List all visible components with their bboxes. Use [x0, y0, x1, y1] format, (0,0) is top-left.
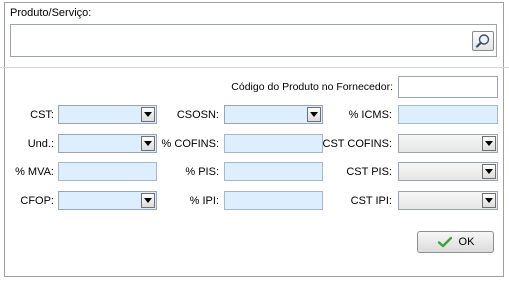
- chevron-down-icon[interactable]: [482, 136, 496, 151]
- cst-select[interactable]: [58, 105, 157, 124]
- codigo-fornecedor-label: Código do Produto no Fornecedor:: [231, 81, 393, 93]
- cst-cofins-label: CST COFINS:: [322, 138, 392, 150]
- chevron-down-icon[interactable]: [482, 164, 496, 179]
- mva-input[interactable]: [58, 162, 157, 181]
- ipi-label: % IPI:: [189, 195, 219, 207]
- cst-ipi-label: CST IPI:: [350, 195, 392, 207]
- und-select[interactable]: [58, 134, 157, 153]
- cst-pis-select[interactable]: [398, 162, 498, 181]
- cfop-select[interactable]: [58, 191, 157, 210]
- csosn-label: CSOSN:: [176, 109, 219, 121]
- icms-input[interactable]: [398, 105, 498, 124]
- codigo-fornecedor-input[interactable]: [398, 76, 498, 98]
- cfop-label: CFOP:: [20, 195, 54, 207]
- icms-label: % ICMS:: [348, 109, 392, 121]
- chevron-down-icon[interactable]: [141, 136, 155, 151]
- mva-label: % MVA:: [15, 166, 54, 178]
- chevron-down-icon[interactable]: [482, 193, 496, 208]
- cst-pis-label: CST PIS:: [346, 166, 392, 178]
- ipi-input[interactable]: [224, 191, 323, 210]
- magnifier-icon: [475, 34, 490, 48]
- ok-button[interactable]: OK: [417, 231, 494, 253]
- ok-label: OK: [458, 236, 475, 248]
- csosn-select[interactable]: [224, 105, 323, 124]
- cofins-input[interactable]: [224, 134, 323, 153]
- cst-ipi-select[interactable]: [398, 191, 498, 210]
- cst-cofins-select[interactable]: [398, 134, 498, 153]
- produto-label: Produto/Serviço:: [10, 7, 92, 19]
- und-label: Und.:: [27, 138, 54, 150]
- cst-label: CST:: [30, 109, 54, 121]
- cofins-label: % COFINS:: [161, 138, 219, 150]
- separator: [0, 67, 509, 68]
- produto-input[interactable]: [10, 24, 497, 57]
- chevron-down-icon[interactable]: [141, 193, 155, 208]
- pis-input[interactable]: [224, 162, 323, 181]
- pis-label: % PIS:: [185, 166, 219, 178]
- checkmark-icon: [437, 236, 452, 248]
- search-button[interactable]: [472, 31, 494, 51]
- chevron-down-icon[interactable]: [141, 107, 155, 122]
- chevron-down-icon[interactable]: [307, 107, 321, 122]
